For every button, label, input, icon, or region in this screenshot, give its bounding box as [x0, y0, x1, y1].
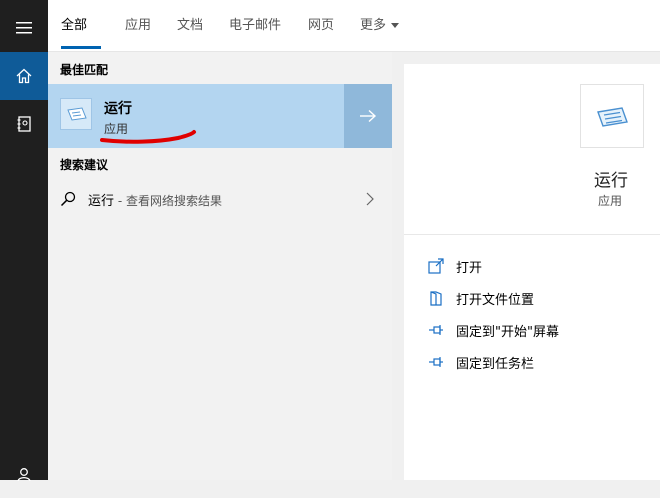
action-pin-to-taskbar[interactable]: 固定到任务栏 [428, 350, 534, 374]
search-suggestions-heading: 搜索建议 [60, 158, 109, 172]
pin-icon [428, 322, 444, 338]
tab-apps[interactable]: 应用 [125, 16, 151, 36]
detail-panel: 运行 应用 打开 打开文件位置 固定到"开始"屏幕 固定到任务栏 [404, 64, 660, 480]
action-pin-start-label: 固定到"开始"屏幕 [456, 324, 559, 340]
action-open-file-location[interactable]: 打开文件位置 [428, 286, 534, 310]
best-match-heading: 最佳匹配 [60, 63, 109, 77]
open-icon [428, 258, 444, 274]
run-app-icon [60, 98, 92, 130]
tab-documents[interactable]: 文档 [177, 16, 203, 36]
action-pin-to-start[interactable]: 固定到"开始"屏幕 [428, 318, 559, 342]
notebook-icon [17, 116, 31, 132]
detail-subtitle: 应用 [598, 194, 623, 208]
best-match-title: 运行 [104, 101, 132, 117]
suggestion-text: 运行 - 查看网络搜索结果 [88, 190, 222, 209]
detail-header: 运行 应用 [404, 64, 660, 235]
web-suggestion-item[interactable]: 运行 - 查看网络搜索结果 [48, 183, 392, 215]
suggestion-term: 运行 [88, 194, 115, 209]
user-icon [17, 468, 31, 481]
menu-button[interactable] [0, 4, 48, 52]
notebook-button[interactable] [0, 100, 48, 148]
red-annotation-scribble [100, 130, 196, 144]
home-icon [16, 68, 32, 84]
tab-email[interactable]: 电子邮件 [229, 16, 281, 36]
chevron-down-icon [391, 23, 400, 28]
best-match-item[interactable]: 运行 应用 [48, 84, 392, 148]
user-button[interactable] [0, 450, 48, 498]
left-rail [0, 0, 48, 481]
filter-tabs-bar: 全部 应用 文档 电子邮件 网页 更多 [48, 0, 660, 52]
run-app-large-icon [580, 84, 644, 148]
action-file-location-label: 打开文件位置 [456, 292, 535, 308]
tab-more-label: 更多 [360, 18, 387, 33]
detail-title: 运行 [594, 171, 628, 191]
suggestion-extra: - 查看网络搜索结果 [114, 194, 222, 208]
action-open-label: 打开 [456, 260, 483, 276]
action-open[interactable]: 打开 [428, 254, 482, 278]
action-pin-taskbar-label: 固定到任务栏 [456, 356, 535, 372]
results-panel: 最佳匹配 运行 应用 搜索建议 运行 - 查看网络搜索结果 [48, 52, 392, 480]
pin-icon [428, 354, 444, 370]
home-button[interactable] [0, 52, 48, 100]
file-location-icon [428, 290, 444, 306]
chevron-right-icon[interactable] [366, 192, 374, 206]
search-icon [60, 191, 76, 207]
tab-web[interactable]: 网页 [308, 16, 334, 36]
expand-arrow-button[interactable] [344, 84, 392, 148]
hamburger-menu-icon [16, 22, 32, 34]
active-tab-indicator [61, 46, 101, 49]
tab-more[interactable]: 更多 [360, 16, 400, 36]
arrow-right-icon [360, 109, 377, 123]
tab-all[interactable]: 全部 [61, 16, 87, 36]
